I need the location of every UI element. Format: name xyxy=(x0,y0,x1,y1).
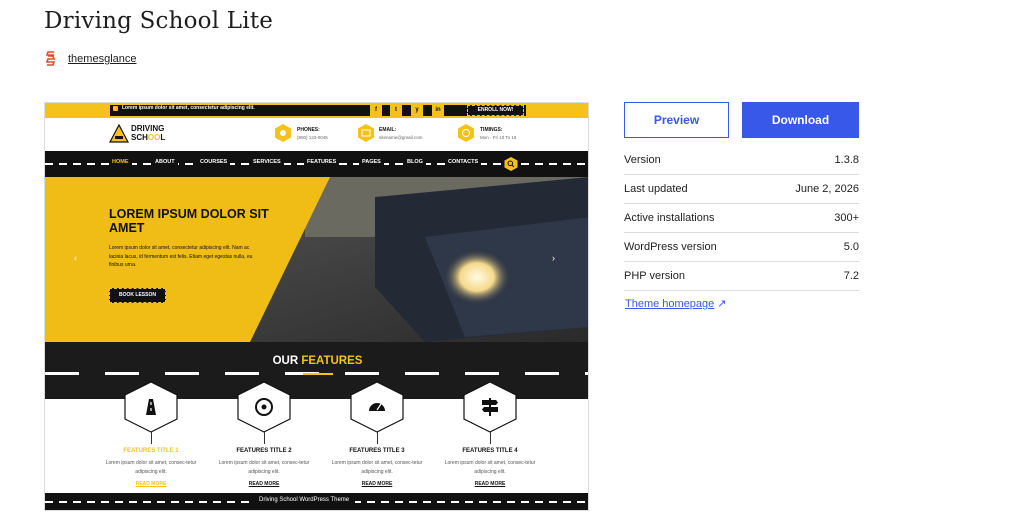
external-link-icon: ↗ xyxy=(717,298,727,310)
preview-nav-courses: COURSES xyxy=(197,157,231,167)
road-icon xyxy=(124,381,178,433)
steering-wheel-icon xyxy=(237,381,291,433)
preview-nav-blog: BLOG xyxy=(404,157,426,167)
slider-next-icon: › xyxy=(552,253,555,263)
preview-nav-services: SERVICES xyxy=(250,157,284,167)
preview-hero: LOREM IPSUM DOLOR SIT AMET Lorem ipsum d… xyxy=(45,177,588,342)
preview-button[interactable]: Preview xyxy=(624,102,729,138)
preview-nav-pages: PAGES xyxy=(359,157,384,167)
meta-row-php-version: PHP version 7.2 xyxy=(624,262,859,291)
youtube-icon: y xyxy=(411,105,423,116)
preview-nav: HOME ABOUT COURSES SERVICES FEATURES PAG… xyxy=(45,151,588,177)
preview-footer: Driving School WordPress Theme xyxy=(45,493,588,510)
preview-hero-title: LOREM IPSUM DOLOR SIT AMET xyxy=(109,207,269,235)
preview-nav-home: HOME xyxy=(109,157,132,167)
page-title: Driving School Lite xyxy=(44,8,274,34)
preview-nav-about: ABOUT xyxy=(152,157,178,167)
preview-header: DRIVING SCHOOL PHONES: (800) 123-0045 EM… xyxy=(45,118,588,151)
meta-row-active-installations: Active installations 300+ xyxy=(624,204,859,233)
preview-features-heading: OUR FEATURES xyxy=(272,355,363,367)
author-link[interactable]: themesglance xyxy=(68,53,137,65)
clock-hex-icon xyxy=(458,124,474,142)
meta-row-version: Version 1.3.8 xyxy=(624,146,859,175)
preview-nav-features: FEATURES xyxy=(304,157,340,167)
author: themesglance xyxy=(44,51,137,67)
preview-topbar-text: Lorem ipsum dolor sit amet, consectetur … xyxy=(122,105,255,111)
facebook-icon: f xyxy=(370,105,382,116)
driving-school-logo-icon xyxy=(109,124,129,143)
twitter-icon: t xyxy=(390,105,402,116)
preview-topbar: Lorem ipsum dolor sit amet, consectetur … xyxy=(45,103,588,118)
speedometer-icon xyxy=(350,381,404,433)
download-button[interactable]: Download xyxy=(742,102,859,138)
signpost-icon xyxy=(463,381,517,433)
preview-logo-text: DRIVING SCHOOL xyxy=(131,124,166,142)
email-hex-icon xyxy=(358,124,374,142)
meta-row-wordpress-version: WordPress version 5.0 xyxy=(624,233,859,262)
phone-icon xyxy=(113,106,118,111)
slider-prev-icon: ‹ xyxy=(74,253,77,263)
preview-book-lesson-button: BOOK LESSON xyxy=(109,288,166,303)
linkedin-icon: in xyxy=(432,105,444,116)
preview-footer-text: Driving School WordPress Theme xyxy=(253,497,356,503)
theme-meta-list: Version 1.3.8 Last updated June 2, 2026 … xyxy=(624,146,859,291)
search-icon xyxy=(504,157,518,171)
phone-hex-icon xyxy=(275,124,291,142)
preview-enroll-button: ENROLL NOW! xyxy=(467,105,524,116)
preview-nav-contacts: CONTACTS xyxy=(445,157,482,167)
author-logo-icon xyxy=(45,51,56,66)
preview-hero-text: Lorem ipsum dolor sit amet, consectetur … xyxy=(109,245,253,268)
theme-homepage-link[interactable]: Theme homepage ↗ xyxy=(625,297,727,310)
theme-screenshot: Lorem ipsum dolor sit amet, consectetur … xyxy=(44,102,589,511)
meta-row-last-updated: Last updated June 2, 2026 xyxy=(624,175,859,204)
